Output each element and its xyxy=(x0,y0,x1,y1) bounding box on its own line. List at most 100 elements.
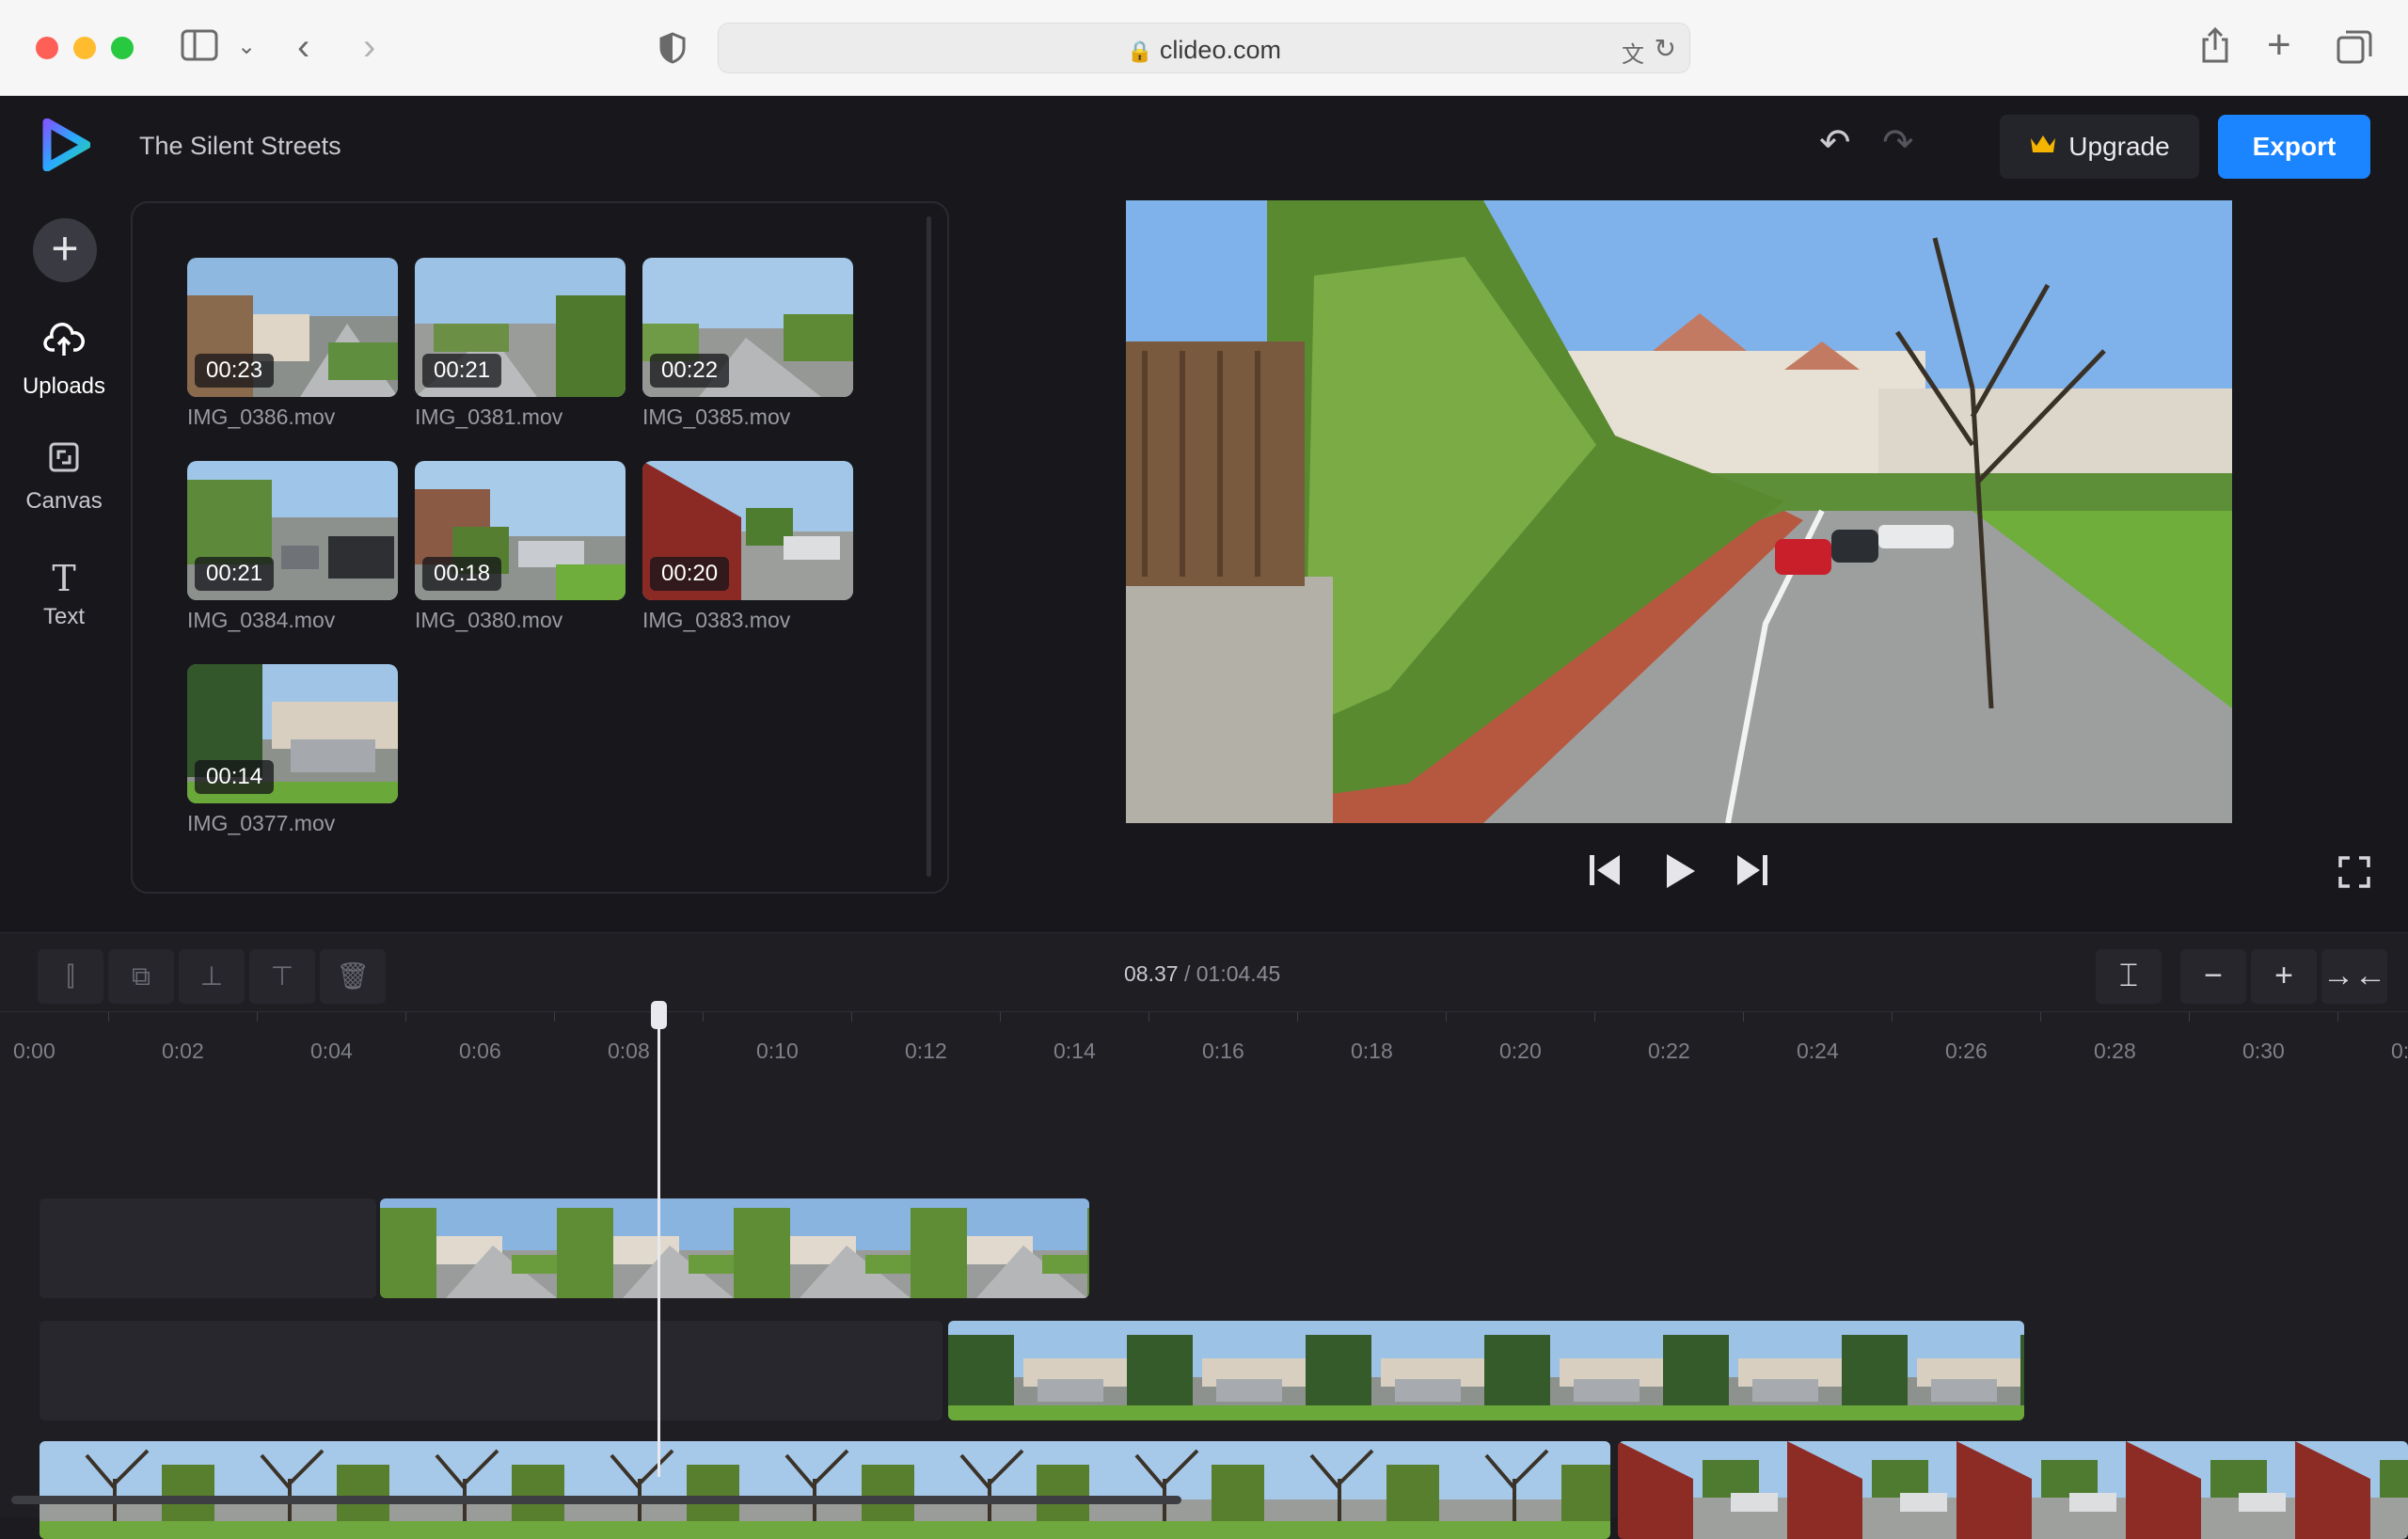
browser-toolbar: ⌄ ‹ › 🔒 clideo.com 文 ↻ + xyxy=(0,0,2408,96)
add-media-button[interactable]: + xyxy=(33,218,97,282)
shield-icon[interactable] xyxy=(658,32,687,71)
trash-icon[interactable]: 🗑 xyxy=(320,949,386,1004)
close-window-button[interactable] xyxy=(36,37,58,59)
video-preview[interactable] xyxy=(1126,200,2232,823)
collapse-icon[interactable]: →← xyxy=(2321,949,2387,1004)
ruler-tick xyxy=(1297,1012,1298,1022)
tabs-icon[interactable] xyxy=(2337,28,2372,71)
track-empty-area xyxy=(40,1321,943,1420)
split-icon[interactable]: ⫿ xyxy=(38,949,103,1004)
sidebar-item-label: Uploads xyxy=(22,373,106,399)
canvas-icon xyxy=(0,440,128,483)
ruler-label: 0:02 xyxy=(162,1039,204,1063)
ruler-label: 0:12 xyxy=(905,1039,947,1063)
redo-icon[interactable]: ↷ xyxy=(1882,124,1914,162)
undo-icon[interactable]: ↶ xyxy=(1819,124,1851,162)
ruler-tick xyxy=(554,1012,555,1022)
ruler-label: 0:20 xyxy=(1499,1039,1542,1063)
media-item[interactable]: 00:18 IMG_0380.mov xyxy=(415,461,626,633)
share-icon[interactable] xyxy=(2199,26,2231,71)
skip-forward-icon[interactable] xyxy=(1734,851,1771,896)
zoom-window-button[interactable] xyxy=(111,37,134,59)
timecode: 08.37 / 01:04.45 xyxy=(1124,961,1280,987)
media-thumbnail[interactable]: 00:21 xyxy=(415,258,626,397)
play-icon[interactable] xyxy=(1661,851,1699,897)
export-button[interactable]: Export xyxy=(2218,115,2370,179)
ruler-label: 0: xyxy=(2391,1039,2408,1063)
media-filename: IMG_0385.mov xyxy=(642,405,791,429)
clideo-logo[interactable] xyxy=(41,118,91,176)
ruler-label: 0:00 xyxy=(13,1039,55,1063)
media-thumbnail[interactable]: 00:21 xyxy=(187,461,398,600)
ruler-label: 0:28 xyxy=(2094,1039,2136,1063)
ruler-tick xyxy=(851,1012,852,1022)
video-clip[interactable] xyxy=(380,1198,1089,1298)
media-thumbnail[interactable]: 00:20 xyxy=(642,461,853,600)
media-item[interactable]: 00:22 IMG_0385.mov xyxy=(642,258,853,430)
playhead-handle[interactable] xyxy=(651,1001,667,1029)
media-thumbnail[interactable]: 00:22 xyxy=(642,258,853,397)
ruler-tick xyxy=(2337,1012,2338,1022)
sidebar-item-text[interactable]: T Text xyxy=(0,559,128,630)
back-icon[interactable]: ‹ xyxy=(297,28,309,66)
media-item[interactable]: 00:23 IMG_0386.mov xyxy=(187,258,398,430)
total-time: 01:04.45 xyxy=(1196,961,1281,986)
media-filename: IMG_0383.mov xyxy=(642,608,791,632)
sidebar-item-uploads[interactable]: Uploads xyxy=(0,322,128,400)
skip-back-icon[interactable] xyxy=(1586,851,1624,896)
fit-timeline-icon[interactable]: ⌶ xyxy=(2096,949,2162,1004)
video-clip[interactable] xyxy=(1618,1441,2408,1539)
translate-icon[interactable]: 文 xyxy=(1622,36,1644,69)
ruler-tick xyxy=(108,1012,109,1022)
ruler-label: 0:14 xyxy=(1054,1039,1096,1063)
fullscreen-icon[interactable] xyxy=(2338,856,2370,894)
ruler-tick xyxy=(2189,1012,2190,1022)
ruler-label: 0:04 xyxy=(310,1039,353,1063)
ruler-tick xyxy=(2040,1012,2041,1022)
chevron-down-icon[interactable]: ⌄ xyxy=(237,28,256,66)
ruler-label: 0:30 xyxy=(2242,1039,2285,1063)
align-top-icon[interactable]: ⊤ xyxy=(249,949,315,1004)
timeline-scrollbar[interactable] xyxy=(11,1496,1181,1504)
sidebar-icon[interactable] xyxy=(181,28,218,69)
text-icon: T xyxy=(52,558,76,599)
address-bar[interactable]: 🔒 clideo.com 文 ↻ xyxy=(718,23,1690,73)
editor-app: The Silent Streets ↶ ↷ Upgrade Export + … xyxy=(0,96,2408,1539)
media-filename: IMG_0384.mov xyxy=(187,608,336,632)
zoom-out-icon[interactable]: − xyxy=(2180,949,2246,1004)
media-thumbnail[interactable]: 00:23 xyxy=(187,258,398,397)
url-text: 🔒 clideo.com xyxy=(1127,36,1281,64)
ruler-label: 0:26 xyxy=(1945,1039,1988,1063)
media-item[interactable]: 00:21 IMG_0384.mov xyxy=(187,461,398,633)
project-title[interactable]: The Silent Streets xyxy=(139,132,341,161)
sidebar-item-canvas[interactable]: Canvas xyxy=(0,440,128,515)
ruler-label: 0:10 xyxy=(756,1039,799,1063)
video-clip[interactable] xyxy=(40,1441,1610,1539)
upgrade-button[interactable]: Upgrade xyxy=(2000,115,2199,179)
media-item[interactable]: 00:20 IMG_0383.mov xyxy=(642,461,853,633)
duplicate-icon[interactable]: ⧉ xyxy=(108,949,174,1004)
align-bottom-icon[interactable]: ⊥ xyxy=(179,949,245,1004)
media-thumbnail[interactable]: 00:14 xyxy=(187,664,398,803)
media-filename: IMG_0377.mov xyxy=(187,811,336,835)
ruler-label: 0:16 xyxy=(1202,1039,1244,1063)
media-thumbnail[interactable]: 00:18 xyxy=(415,461,626,600)
ruler-tick xyxy=(257,1012,258,1022)
ruler-tick xyxy=(1000,1012,1001,1022)
timeline-ruler[interactable]: 0:00 0:02 0:04 0:06 0:08 0:10 0:12 0:14 0:16 0:18… xyxy=(0,1011,2408,1068)
media-scrollbar[interactable] xyxy=(927,216,931,877)
reload-icon[interactable]: ↻ xyxy=(1655,33,1676,64)
video-clip[interactable] xyxy=(948,1321,2024,1420)
editor-header: The Silent Streets ↶ ↷ Upgrade Export xyxy=(0,96,2408,196)
ruler-label: 0:24 xyxy=(1797,1039,1839,1063)
track-empty-area xyxy=(40,1198,376,1298)
media-item[interactable]: 00:14 IMG_0377.mov xyxy=(187,664,398,836)
new-tab-icon[interactable]: + xyxy=(2267,24,2291,66)
ruler-label: 0:06 xyxy=(459,1039,501,1063)
minimize-window-button[interactable] xyxy=(73,37,96,59)
zoom-in-icon[interactable]: + xyxy=(2251,949,2317,1004)
ruler-label: 0:18 xyxy=(1351,1039,1393,1063)
forward-icon[interactable]: › xyxy=(363,28,375,66)
timeline: ⫿ ⧉ ⊥ ⊤ 🗑 08.37 / 01:04.45 ⌶ − + →← 0:00… xyxy=(0,932,2408,1539)
media-item[interactable]: 00:21 IMG_0381.mov xyxy=(415,258,626,430)
